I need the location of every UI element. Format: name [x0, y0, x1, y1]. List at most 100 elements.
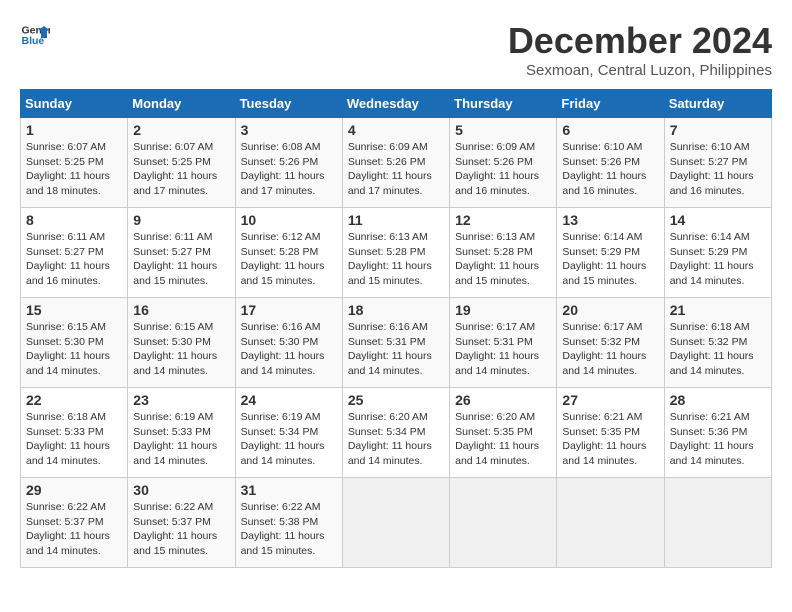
calendar-cell: 14Sunrise: 6:14 AMSunset: 5:29 PMDayligh…: [664, 208, 771, 298]
page-header: General Blue December 2024 Sexmoan, Cent…: [20, 20, 772, 79]
calendar-cell: 24 Sunrise: 6:19 AMSunset: 5:34 PMDayligh…: [235, 388, 342, 478]
day-info: Sunrise: 6:11 AMSunset: 5:27 PMDaylight:…: [26, 230, 122, 289]
day-info: Sunrise: 6:16 AMSunset: 5:31 PMDaylight:…: [348, 320, 444, 379]
calendar-cell: 16 Sunrise: 6:15 AMSunset: 5:30 PMDayligh…: [128, 298, 235, 388]
day-number: 16: [133, 302, 229, 318]
day-info: Sunrise: 6:13 AMSunset: 5:28 PMDaylight:…: [348, 230, 444, 289]
day-number: 27: [562, 392, 658, 408]
day-info: Sunrise: 6:10 AMSunset: 5:26 PMDaylight:…: [562, 140, 658, 199]
day-info: Sunrise: 6:15 AMSunset: 5:30 PMDaylight:…: [26, 320, 122, 379]
calendar-header-row: SundayMondayTuesdayWednesdayThursdayFrid…: [21, 90, 772, 118]
calendar-cell: 15 Sunrise: 6:15 AMSunset: 5:30 PMDayligh…: [21, 298, 128, 388]
calendar-cell: 7Sunrise: 6:10 AMSunset: 5:27 PMDaylight…: [664, 118, 771, 208]
calendar-cell: 31 Sunrise: 6:22 AMSunset: 5:38 PMDayligh…: [235, 478, 342, 568]
calendar-cell: [664, 478, 771, 568]
svg-text:Blue: Blue: [22, 35, 45, 47]
calendar-cell: 21 Sunrise: 6:18 AMSunset: 5:32 PMDayligh…: [664, 298, 771, 388]
calendar-cell: 9Sunrise: 6:11 AMSunset: 5:27 PMDaylight…: [128, 208, 235, 298]
day-number: 8: [26, 212, 122, 228]
day-number: 11: [348, 212, 444, 228]
day-number: 5: [455, 122, 551, 138]
day-info: Sunrise: 6:19 AMSunset: 5:34 PMDaylight:…: [241, 410, 337, 469]
calendar-cell: 5 Sunrise: 6:09 AMSunset: 5:26 PMDaylight…: [450, 118, 557, 208]
day-info: Sunrise: 6:11 AMSunset: 5:27 PMDaylight:…: [133, 230, 229, 289]
day-info: Sunrise: 6:08 AMSunset: 5:26 PMDaylight:…: [241, 140, 337, 199]
day-header-friday: Friday: [557, 90, 664, 118]
day-header-tuesday: Tuesday: [235, 90, 342, 118]
calendar-cell: 28 Sunrise: 6:21 AMSunset: 5:36 PMDayligh…: [664, 388, 771, 478]
day-number: 24: [241, 392, 337, 408]
day-info: Sunrise: 6:17 AMSunset: 5:32 PMDaylight:…: [562, 320, 658, 379]
day-info: Sunrise: 6:22 AMSunset: 5:37 PMDaylight:…: [26, 500, 122, 559]
calendar-cell: 19Sunrise: 6:17 AMSunset: 5:31 PMDayligh…: [450, 298, 557, 388]
calendar-cell: 1Sunrise: 6:07 AMSunset: 5:25 PMDaylight…: [21, 118, 128, 208]
calendar-cell: 30 Sunrise: 6:22 AMSunset: 5:37 PMDayligh…: [128, 478, 235, 568]
day-info: Sunrise: 6:18 AMSunset: 5:32 PMDaylight:…: [670, 320, 766, 379]
day-info: Sunrise: 6:09 AMSunset: 5:26 PMDaylight:…: [455, 140, 551, 199]
day-number: 28: [670, 392, 766, 408]
day-number: 4: [348, 122, 444, 138]
day-info: Sunrise: 6:10 AMSunset: 5:27 PMDaylight:…: [670, 140, 766, 199]
day-number: 1: [26, 122, 122, 138]
day-number: 23: [133, 392, 229, 408]
calendar-cell: 11 Sunrise: 6:13 AMSunset: 5:28 PMDayligh…: [342, 208, 449, 298]
day-info: Sunrise: 6:20 AMSunset: 5:34 PMDaylight:…: [348, 410, 444, 469]
day-number: 22: [26, 392, 122, 408]
day-info: Sunrise: 6:16 AMSunset: 5:30 PMDaylight:…: [241, 320, 337, 379]
day-number: 21: [670, 302, 766, 318]
day-header-monday: Monday: [128, 90, 235, 118]
calendar-cell: [557, 478, 664, 568]
day-info: Sunrise: 6:19 AMSunset: 5:33 PMDaylight:…: [133, 410, 229, 469]
day-number: 31: [241, 482, 337, 498]
day-info: Sunrise: 6:07 AMSunset: 5:25 PMDaylight:…: [133, 140, 229, 199]
day-number: 20: [562, 302, 658, 318]
logo: General Blue: [20, 20, 50, 50]
calendar-cell: 26 Sunrise: 6:20 AMSunset: 5:35 PMDayligh…: [450, 388, 557, 478]
logo-icon: General Blue: [20, 20, 50, 50]
day-info: Sunrise: 6:12 AMSunset: 5:28 PMDaylight:…: [241, 230, 337, 289]
day-number: 2: [133, 122, 229, 138]
calendar-cell: 10 Sunrise: 6:12 AMSunset: 5:28 PMDayligh…: [235, 208, 342, 298]
day-number: 30: [133, 482, 229, 498]
calendar-cell: 22 Sunrise: 6:18 AMSunset: 5:33 PMDayligh…: [21, 388, 128, 478]
calendar-week-5: 29 Sunrise: 6:22 AMSunset: 5:37 PMDayligh…: [21, 478, 772, 568]
day-number: 18: [348, 302, 444, 318]
day-number: 10: [241, 212, 337, 228]
day-info: Sunrise: 6:21 AMSunset: 5:36 PMDaylight:…: [670, 410, 766, 469]
day-info: Sunrise: 6:21 AMSunset: 5:35 PMDaylight:…: [562, 410, 658, 469]
calendar-cell: 23 Sunrise: 6:19 AMSunset: 5:33 PMDayligh…: [128, 388, 235, 478]
day-info: Sunrise: 6:18 AMSunset: 5:33 PMDaylight:…: [26, 410, 122, 469]
calendar-cell: 2 Sunrise: 6:07 AMSunset: 5:25 PMDaylight…: [128, 118, 235, 208]
day-number: 15: [26, 302, 122, 318]
day-info: Sunrise: 6:22 AMSunset: 5:37 PMDaylight:…: [133, 500, 229, 559]
calendar-week-1: 1 Sunrise: 6:07 AMSunset: 5:25 PMDaylight…: [21, 118, 772, 208]
day-number: 29: [26, 482, 122, 498]
day-info: Sunrise: 6:15 AMSunset: 5:30 PMDaylight:…: [133, 320, 229, 379]
day-number: 19: [455, 302, 551, 318]
location-title: Sexmoan, Central Luzon, Philippines: [508, 62, 772, 79]
calendar-cell: 12Sunrise: 6:13 AMSunset: 5:28 PMDayligh…: [450, 208, 557, 298]
month-title: December 2024: [508, 20, 772, 62]
day-number: 26: [455, 392, 551, 408]
day-number: 14: [670, 212, 766, 228]
day-number: 17: [241, 302, 337, 318]
calendar-week-4: 22 Sunrise: 6:18 AMSunset: 5:33 PMDayligh…: [21, 388, 772, 478]
day-number: 12: [455, 212, 551, 228]
day-header-wednesday: Wednesday: [342, 90, 449, 118]
calendar-cell: 17 Sunrise: 6:16 AMSunset: 5:30 PMDayligh…: [235, 298, 342, 388]
calendar-cell: 27 Sunrise: 6:21 AMSunset: 5:35 PMDayligh…: [557, 388, 664, 478]
calendar-body: 1 Sunrise: 6:07 AMSunset: 5:25 PMDaylight…: [21, 118, 772, 568]
calendar-cell: 29 Sunrise: 6:22 AMSunset: 5:37 PMDayligh…: [21, 478, 128, 568]
calendar-table: SundayMondayTuesdayWednesdayThursdayFrid…: [20, 89, 772, 568]
calendar-cell: 25Sunrise: 6:20 AMSunset: 5:34 PMDayligh…: [342, 388, 449, 478]
calendar-cell: 20 Sunrise: 6:17 AMSunset: 5:32 PMDayligh…: [557, 298, 664, 388]
day-info: Sunrise: 6:20 AMSunset: 5:35 PMDaylight:…: [455, 410, 551, 469]
calendar-cell: 4Sunrise: 6:09 AMSunset: 5:26 PMDaylight…: [342, 118, 449, 208]
day-info: Sunrise: 6:22 AMSunset: 5:38 PMDaylight:…: [241, 500, 337, 559]
calendar-week-2: 8 Sunrise: 6:11 AMSunset: 5:27 PMDaylight…: [21, 208, 772, 298]
day-number: 13: [562, 212, 658, 228]
calendar-cell: 18 Sunrise: 6:16 AMSunset: 5:31 PMDayligh…: [342, 298, 449, 388]
day-info: Sunrise: 6:14 AMSunset: 5:29 PMDaylight:…: [562, 230, 658, 289]
day-header-thursday: Thursday: [450, 90, 557, 118]
calendar-cell: 3Sunrise: 6:08 AMSunset: 5:26 PMDaylight…: [235, 118, 342, 208]
